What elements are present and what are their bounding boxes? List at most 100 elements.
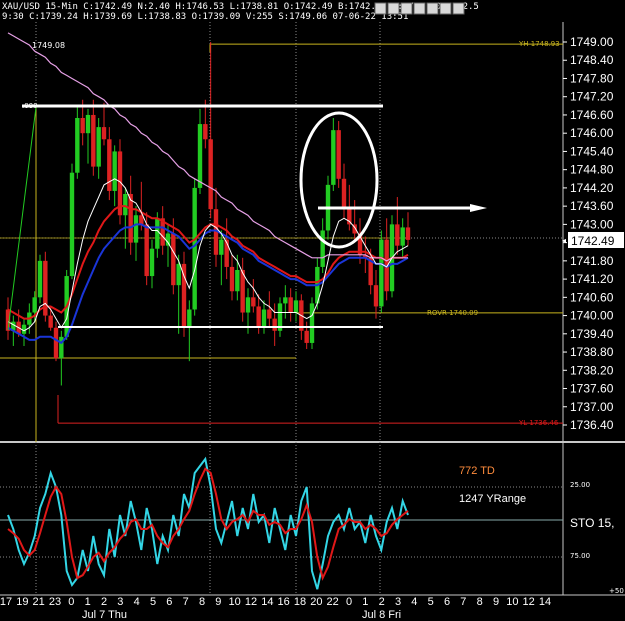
- sto-75-label: 75.00: [570, 552, 590, 560]
- sync-icon: [439, 2, 452, 15]
- grid-icon: [387, 2, 400, 15]
- rovr-label: ROVR 1740.09: [427, 309, 478, 317]
- x-tick-label: 14: [539, 596, 551, 608]
- date-label: Jul 7 Thu: [82, 609, 127, 621]
- candle-body: [53, 327, 59, 359]
- candle-body: [235, 269, 240, 292]
- x-tick-label: 9: [215, 596, 221, 608]
- td-label: 772 TD: [459, 465, 495, 477]
- candle-body: [181, 263, 187, 328]
- candle-body: [123, 193, 128, 216]
- candle-body: [309, 303, 315, 343]
- header-toolbar: [374, 2, 465, 15]
- x-tick-label: 21: [33, 596, 45, 608]
- sto-label: STO 15,: [570, 516, 614, 530]
- y-tick-label: 1740.60: [570, 290, 614, 304]
- candle-body: [75, 117, 80, 173]
- candle-body: [336, 130, 341, 179]
- y-tick-label: 1748.40: [570, 53, 614, 67]
- candle-body: [256, 306, 261, 328]
- candle-body: [144, 224, 149, 277]
- x-tick-label: 17: [0, 596, 12, 608]
- candle-body: [283, 297, 288, 304]
- link-icon: [452, 2, 465, 15]
- candle-body: [331, 130, 336, 185]
- x-tick-label: 8: [477, 596, 483, 608]
- sto-corner-label: +50: [609, 587, 624, 595]
- candle-body: [176, 263, 181, 286]
- candle-body: [229, 266, 235, 292]
- settings-icon: [413, 2, 426, 15]
- candle-body: [400, 227, 405, 246]
- x-tick-label: 1: [85, 596, 91, 608]
- x-tick-label: 20: [310, 596, 322, 608]
- candle-body: [219, 239, 224, 255]
- x-tick-label: 2: [379, 596, 385, 608]
- y-tick-label: 1736.40: [570, 418, 614, 432]
- candle-body: [187, 309, 192, 328]
- candle-body: [96, 127, 101, 167]
- zoom-icon: [400, 2, 413, 15]
- x-tick-label: 12: [523, 596, 535, 608]
- candle-body: [395, 224, 400, 246]
- candle-body: [293, 300, 299, 313]
- y-tick-label: 1745.40: [570, 144, 614, 158]
- x-tick-label: 23: [49, 596, 61, 608]
- candle-body: [32, 297, 37, 313]
- candle-body: [21, 324, 27, 334]
- candle-body: [347, 209, 352, 225]
- y-tick-label: 1738.80: [570, 345, 614, 359]
- yrange-label: 1247 YRange: [459, 493, 526, 505]
- x-tick-label: 2: [101, 596, 107, 608]
- y-tick-label: 1741.20: [570, 272, 614, 286]
- candle-body: [165, 233, 171, 246]
- y-tick-label: 1746.00: [570, 126, 614, 140]
- x-tick-label: 7: [183, 596, 189, 608]
- x-tick-label: 3: [395, 596, 401, 608]
- search-icon: [426, 2, 439, 15]
- trading-chart-window: XAU/USD 15-Min C:1742.49 N:2.40 H:1746.5…: [0, 0, 625, 621]
- candle-body: [37, 260, 43, 298]
- x-tick-label: 1: [362, 596, 368, 608]
- x-tick-label: 14: [261, 596, 273, 608]
- x-tick-label: 0: [68, 596, 74, 608]
- color-icon: [374, 2, 387, 15]
- header-line-2: 9:30 C:1739.24 H:1739.69 L:1738.83 O:173…: [2, 12, 408, 22]
- candle-body: [91, 114, 96, 167]
- stoch-d-line: [7, 467, 409, 581]
- x-tick-label: 8: [199, 596, 205, 608]
- yl-label: YL 1736.46: [518, 419, 559, 427]
- zero-label: .000: [22, 102, 38, 110]
- yh-label: YH 1748.93: [518, 40, 560, 48]
- current-price-label: 1742.49: [571, 234, 615, 248]
- candle-body: [149, 248, 155, 277]
- x-tick-label: 7: [460, 596, 466, 608]
- candle-body: [251, 297, 256, 307]
- candle-body: [155, 218, 160, 249]
- candle-body: [208, 139, 213, 210]
- candle-body: [69, 172, 75, 277]
- y-tick-label: 1741.80: [570, 254, 614, 268]
- y-tick-label: 1746.60: [570, 108, 614, 122]
- candle-body: [341, 178, 347, 210]
- y-tick-label: 1740.00: [570, 309, 614, 323]
- x-tick-label: 9: [493, 596, 499, 608]
- candle-body: [197, 124, 203, 188]
- candle-body: [304, 330, 309, 343]
- x-tick-label: 18: [294, 596, 306, 608]
- x-tick-label: 5: [150, 596, 156, 608]
- y-tick-label: 1747.20: [570, 90, 614, 104]
- x-tick-label: 4: [411, 596, 417, 608]
- y-tick-label: 1743.60: [570, 199, 614, 213]
- y-tick-label: 1737.00: [570, 400, 614, 414]
- x-tick-label: 22: [327, 596, 339, 608]
- y-tick-label: 1739.40: [570, 327, 614, 341]
- candle-body: [48, 315, 53, 328]
- y-tick-label: 1749.00: [570, 35, 614, 49]
- x-tick-label: 16: [278, 596, 290, 608]
- stochastic-panel: [7, 456, 409, 590]
- date-label: Jul 8 Fri: [362, 609, 401, 621]
- y-tick-label: 1747.80: [570, 71, 614, 85]
- x-tick-label: 3: [117, 596, 123, 608]
- candle-body: [272, 318, 277, 331]
